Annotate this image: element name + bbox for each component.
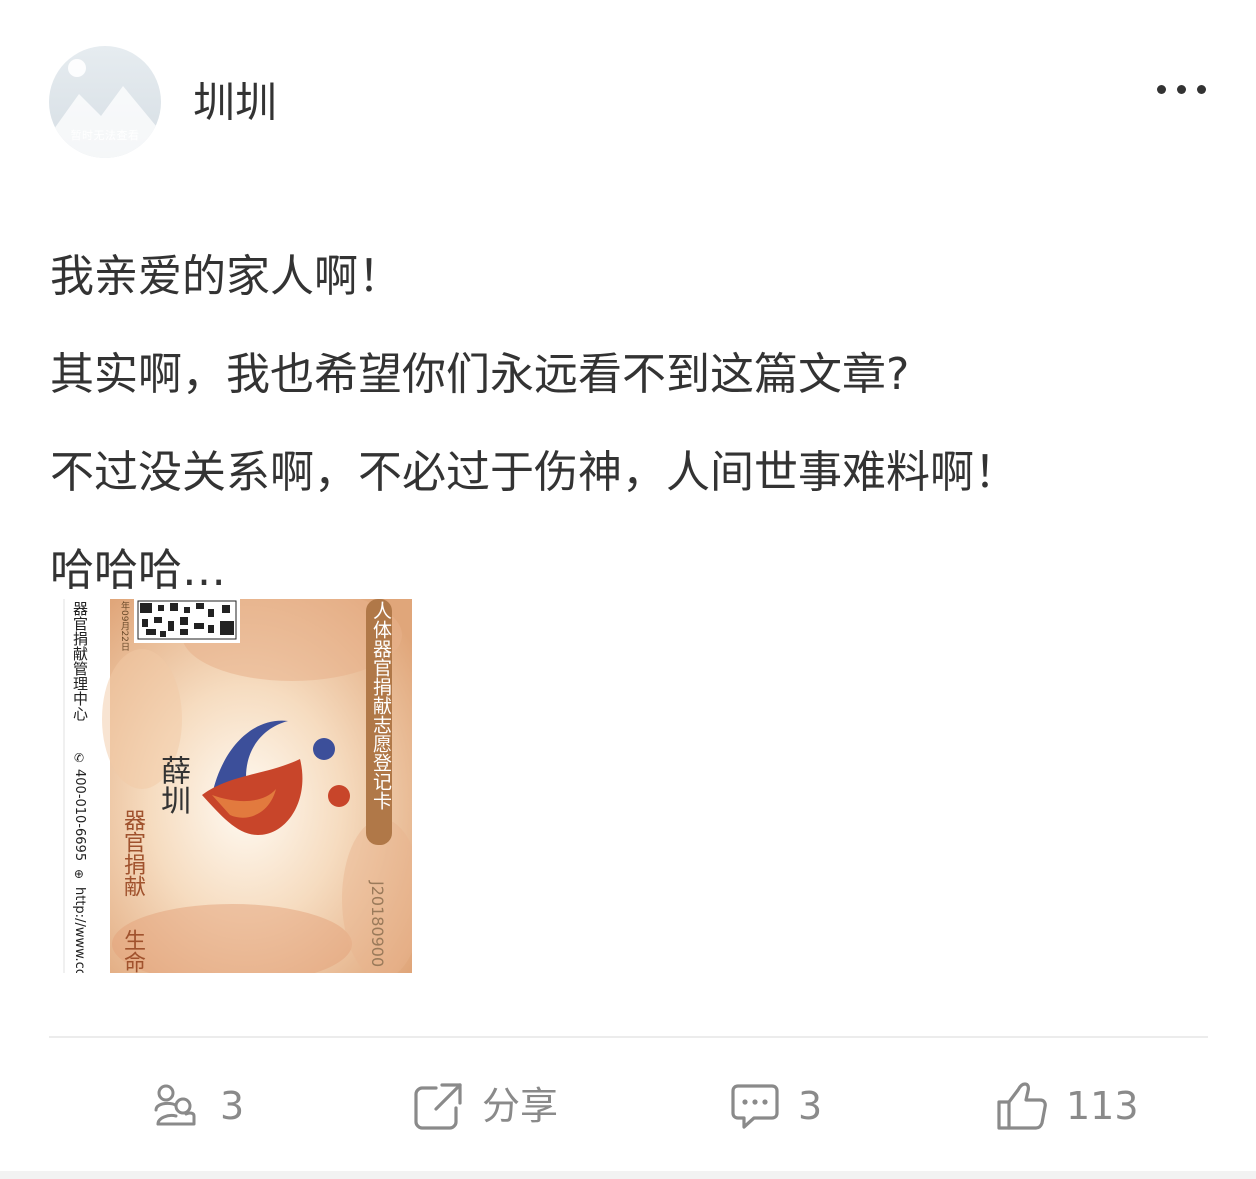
divider [49,1036,1208,1038]
like-count: 113 [1066,1084,1139,1128]
repost-icon [154,1084,196,1126]
post-line: 不过没关系啊，不必过于伤神，人间世事难料啊！ [50,447,1018,498]
avatar[interactable]: 暂时无法查看 [49,46,161,158]
card-phone: 400-010-6695 [72,769,87,862]
avatar-placeholder-text: 暂时无法查看 [70,129,140,142]
post-image[interactable]: 人体器官捐献志愿登记卡 薛圳 器官捐献 生命 J20180900 年09月22日… [62,599,412,973]
card-slogan-extra: 生命 [120,929,145,973]
card-number: J20180900 [368,881,387,968]
post-content: 我亲爱的家人啊！ 其实啊，我也希望你们永远看不到这篇文章? 不过没关系啊，不必过… [50,228,1210,620]
share-icon [414,1083,462,1130]
comment-icon [731,1084,779,1129]
card-slogan: 器官捐献 [120,809,145,897]
share-label: 分享 [482,1084,559,1128]
username[interactable]: 圳圳 [193,78,277,128]
card-website: http://www.co [72,887,87,973]
bottom-separator [0,1171,1256,1179]
repost-count: 3 [220,1084,245,1128]
share-button[interactable]: 分享 [412,1078,558,1134]
post-line: 其实啊，我也希望你们永远看不到这篇文章? [50,349,910,400]
thumbs-up-icon [997,1082,1047,1130]
card-title: 人体器官捐献志愿登记卡 [370,601,392,810]
card-date: 年09月22日 [119,601,129,651]
post-line: 我亲爱的家人啊！ [50,251,402,302]
more-dots-icon [1156,84,1166,94]
more-dots-icon [1176,84,1186,94]
card-org-name: 器官捐献管理中心 [71,601,89,721]
globe-icon: ⊕ [72,869,86,880]
card-holder-name: 薛圳 [155,755,190,815]
comment-button[interactable]: 3 [730,1078,822,1134]
more-dots-icon [1196,84,1206,94]
comment-count: 3 [798,1084,823,1128]
repost-button[interactable]: 3 [150,1078,244,1134]
like-button[interactable]: 113 [996,1078,1139,1134]
phone-icon: ✆ [72,751,86,765]
more-button[interactable] [1146,74,1216,104]
